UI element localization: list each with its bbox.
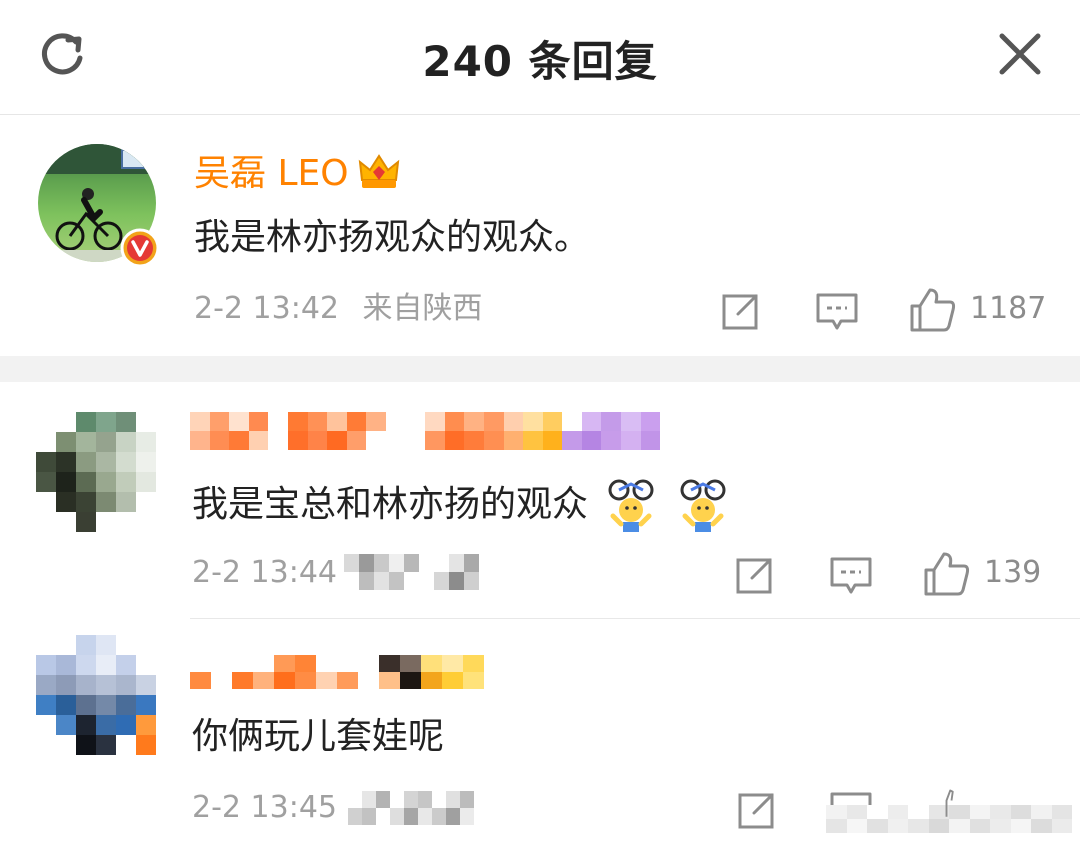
comment-item: 你俩玩儿套娃呢 2-2 13:45 <box>0 619 1080 842</box>
avatar[interactable] <box>36 412 156 532</box>
comment-location: 来自陕西 <box>362 291 483 326</box>
comment-time: 2-2 13:45 <box>192 790 337 825</box>
comment-text: 我是林亦扬观众的观众。 <box>194 217 591 258</box>
comment-location-redacted <box>344 554 494 590</box>
comment-time: 2-2 13:44 <box>192 555 337 590</box>
page-title: 240 条回复 <box>422 37 658 86</box>
comment-item: 吴磊 LEO 我是林亦扬观众的观众。 2-2 13:42 来自陕西 1187 <box>0 114 1080 356</box>
share-icon[interactable] <box>718 290 762 334</box>
comment-meta: 2-2 13:45 <box>192 791 337 825</box>
comment-item: 我是宝总和林亦扬的观众 2-2 13:44 139 <box>0 382 1080 618</box>
avatar[interactable] <box>36 635 156 755</box>
like-count: 139 <box>984 555 1042 590</box>
like-thumb-icon[interactable] <box>934 783 964 823</box>
verified-badge-icon <box>120 228 160 268</box>
header-bar: 240 条回复 <box>0 0 1080 115</box>
comment-author[interactable]: 吴磊 LEO <box>194 154 349 194</box>
close-icon[interactable] <box>994 28 1046 80</box>
comment-author[interactable] <box>190 655 484 689</box>
like-thumb-icon[interactable] <box>922 550 970 598</box>
like-thumb-icon[interactable] <box>908 286 956 334</box>
share-icon[interactable] <box>734 789 778 833</box>
comment-meta: 2-2 13:42 来自陕西 <box>194 292 483 326</box>
comment-time: 2-2 13:42 <box>194 291 339 326</box>
like-count: 1187 <box>970 291 1047 326</box>
comment-text: 你俩玩儿套娃呢 <box>192 716 445 757</box>
comment-text: 我是宝总和林亦扬的观众 <box>192 478 731 534</box>
comment-location-redacted <box>348 791 488 825</box>
cyclist-emoji <box>680 479 726 532</box>
comment-text-body: 我是宝总和林亦扬的观众 <box>192 484 589 525</box>
comment-icon[interactable] <box>814 290 860 334</box>
comment-author[interactable] <box>190 412 661 450</box>
cyclist-emoji <box>608 479 654 532</box>
comment-meta: 2-2 13:44 <box>192 556 337 590</box>
share-icon[interactable] <box>732 554 776 598</box>
crown-badge-icon <box>358 154 400 188</box>
comment-icon[interactable] <box>828 554 874 598</box>
section-divider <box>0 356 1080 382</box>
